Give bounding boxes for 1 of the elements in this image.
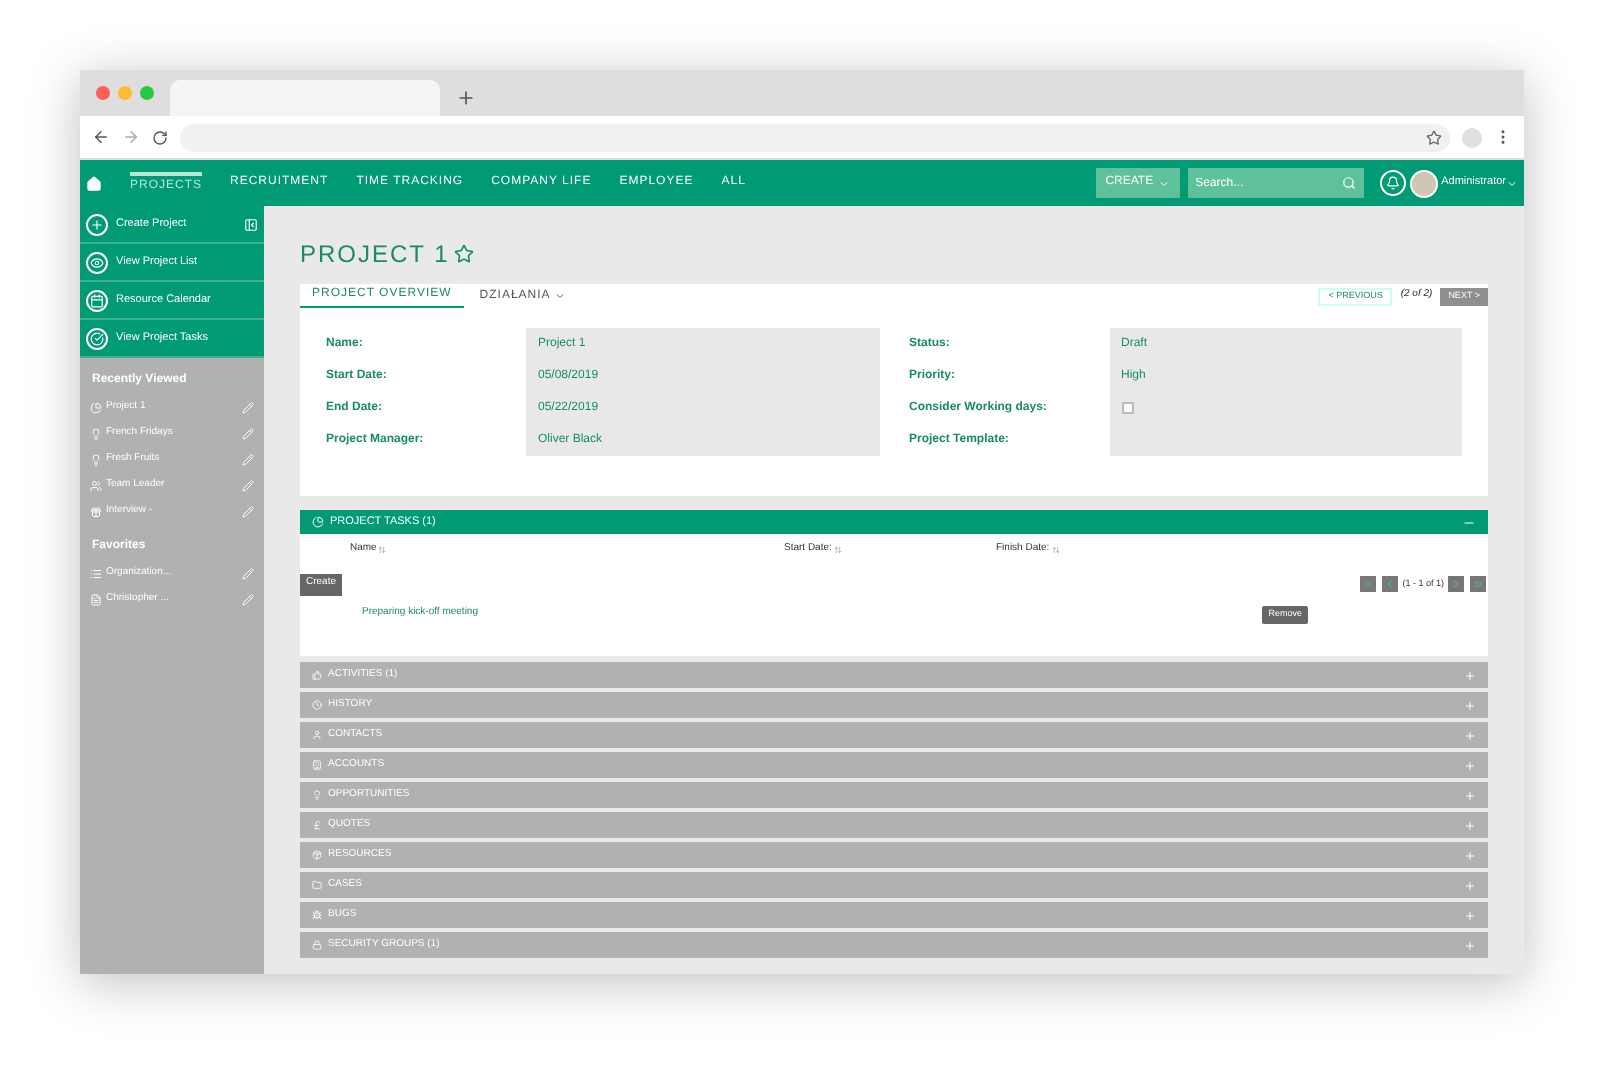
page-title: PROJECT 1: [300, 238, 450, 272]
